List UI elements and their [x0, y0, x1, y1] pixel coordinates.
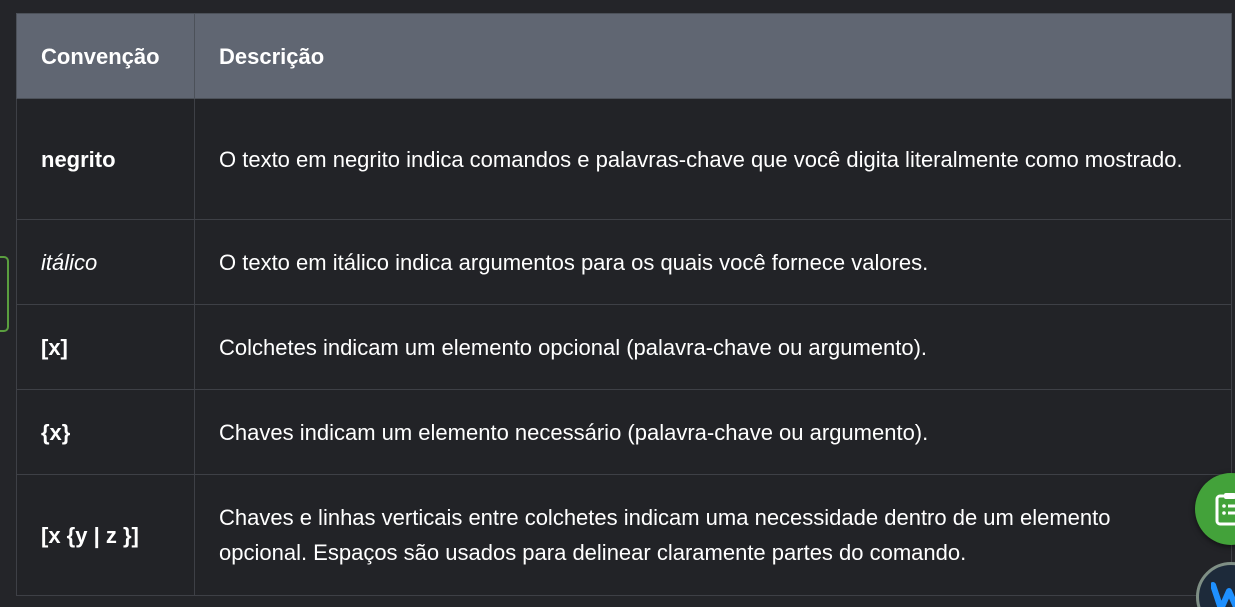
description-cell: Chaves indicam um elemento necessário (p…	[194, 389, 1232, 475]
table-row: itálico O texto em itálico indica argume…	[16, 219, 1232, 305]
table-row: [x {y | z }] Chaves e linhas verticais e…	[16, 474, 1232, 596]
w-logo-icon	[1211, 582, 1235, 607]
header-description: Descrição	[194, 13, 1232, 99]
description-cell: O texto em itálico indica argumentos par…	[194, 219, 1232, 305]
table-row: negrito O texto em negrito indica comand…	[16, 98, 1232, 220]
convention-cell: [x]	[16, 304, 195, 390]
description-cell: O texto em negrito indica comandos e pal…	[194, 98, 1232, 220]
convention-cell: negrito	[16, 98, 195, 220]
description-cell: Colchetes indicam um elemento opcional (…	[194, 304, 1232, 390]
description-cell: Chaves e linhas verticais entre colchete…	[194, 474, 1232, 596]
header-convention: Convenção	[16, 13, 195, 99]
convention-cell: {x}	[16, 389, 195, 475]
conventions-table: Convenção Descrição negrito O texto em n…	[16, 13, 1232, 596]
convention-cell: [x {y | z }]	[16, 474, 195, 596]
side-panel-tab[interactable]	[0, 256, 9, 332]
table-row: [x] Colchetes indicam um elemento opcion…	[16, 304, 1232, 390]
convention-cell: itálico	[16, 219, 195, 305]
table-row: {x} Chaves indicam um elemento necessári…	[16, 389, 1232, 475]
table-header-row: Convenção Descrição	[16, 13, 1232, 99]
clipboard-list-icon	[1215, 493, 1235, 526]
